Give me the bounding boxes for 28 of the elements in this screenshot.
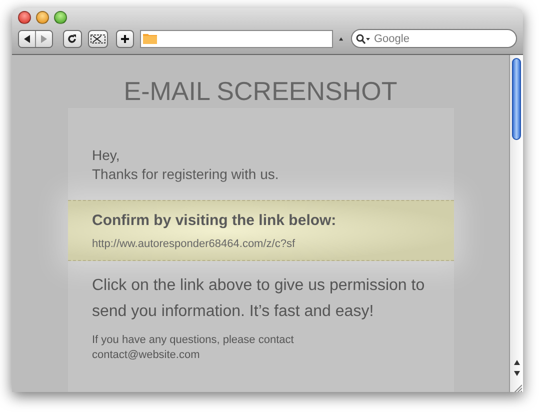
add-button[interactable] — [116, 30, 134, 48]
back-icon — [23, 34, 32, 42]
forward-icon — [40, 34, 48, 42]
snip-button[interactable] — [88, 30, 108, 48]
greeting-text: Hey, — [91, 146, 121, 165]
scroll-thumb[interactable] — [512, 58, 521, 140]
resize-grip-icon[interactable] — [512, 383, 522, 392]
minimize-button[interactable] — [36, 11, 49, 24]
search-icon — [356, 34, 371, 44]
permission-text: Click on the link above to give us permission to send you information. It’s fast and easy! — [91, 276, 426, 322]
close-button[interactable] — [18, 11, 31, 24]
dropdown-icon[interactable] — [338, 36, 343, 40]
reload-icon — [67, 34, 78, 44]
intro-text: Thanks for registering with us. — [91, 165, 280, 184]
reload-button[interactable] — [63, 30, 82, 48]
page-heading: E-MAIL SCREENSHOT — [124, 75, 398, 108]
confirm-link[interactable]: http://ww.autoresponder68464.com/z/c?sf — [92, 238, 430, 250]
plus-icon — [120, 34, 130, 44]
contact-text: If you have any questions, please contact — [91, 333, 295, 348]
folder-icon — [143, 33, 158, 44]
address-field[interactable] — [140, 30, 333, 48]
search-field[interactable]: Google — [351, 29, 517, 48]
zoom-button[interactable] — [54, 11, 67, 24]
scrollbar[interactable] — [509, 55, 523, 392]
forward-button[interactable] — [35, 30, 52, 46]
confirm-heading: Confirm by visiting the link below: — [92, 212, 338, 229]
contact-email: contact@website.com — [91, 348, 201, 363]
back-button[interactable] — [19, 30, 36, 46]
